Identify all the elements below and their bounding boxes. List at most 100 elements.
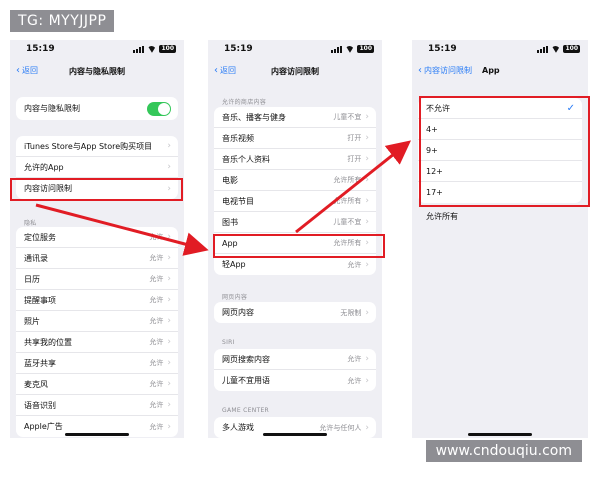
privacy-item[interactable]: 麦克风 允许 › — [16, 374, 178, 395]
store-content-item[interactable]: 电视节目 允许所有 › — [214, 191, 376, 212]
rating-option[interactable]: 4+ — [418, 119, 582, 140]
settings-item[interactable]: iTunes Store与App Store购买项目 › — [16, 136, 178, 157]
section-header-web: 网页内容 — [222, 294, 248, 301]
chevron-right-icon: › — [167, 274, 171, 284]
section-header-privacy: 隐私 — [24, 220, 37, 227]
battery-icon: 100 — [159, 45, 176, 53]
privacy-item[interactable]: 语音识别 允许 › — [16, 395, 178, 416]
privacy-item[interactable]: 照片 允许 › — [16, 311, 178, 332]
phone-screen-content-restrictions: 15:19 100 ‹ 返回 内容访问限制 允许的商店内容 音乐、播客与健身 儿童不… — [208, 40, 382, 438]
allow-all-option[interactable]: 允许所有 — [418, 206, 582, 227]
privacy-item[interactable]: 提醒事项 允许 › — [16, 290, 178, 311]
chevron-right-icon: › — [167, 295, 171, 305]
status-time: 15:19 — [224, 44, 253, 54]
toggle-row: 内容与隐私限制 — [16, 97, 178, 120]
page-title: App — [482, 66, 500, 75]
row-label: 网页内容 — [222, 308, 254, 317]
store-content-item[interactable]: 音乐个人资料 打开 › — [214, 149, 376, 170]
chevron-right-icon: › — [167, 253, 171, 263]
rating-option[interactable]: 12+ — [418, 161, 582, 182]
store-content-item[interactable]: App 允许所有 › — [214, 233, 376, 254]
row-value: 儿童不宜 — [333, 218, 362, 226]
store-content-item[interactable]: 轻App 允许 › — [214, 254, 376, 275]
chevron-right-icon: › — [365, 354, 369, 364]
row-label: 音乐视频 — [222, 133, 254, 143]
settings-item[interactable]: 内容访问限制 › — [16, 178, 178, 199]
allow-all-label: 允许所有 — [426, 212, 458, 221]
siri-card: 网页搜索内容 允许 › 儿童不宜用语 允许 › — [214, 349, 376, 391]
privacy-item[interactable]: 定位服务 允许 › — [16, 227, 178, 248]
store-content-item[interactable]: 电影 允许所有 › — [214, 170, 376, 191]
store-card: 音乐、播客与健身 儿童不宜 › 音乐视频 打开 › 音乐个人资料 打开 › 电影 允许所有 › 电视节目… — [214, 107, 376, 275]
row-label: 17+ — [426, 188, 443, 197]
chevron-right-icon: › — [167, 232, 171, 242]
privacy-item[interactable]: 通讯录 允许 › — [16, 248, 178, 269]
row-label: 音乐、播客与健身 — [222, 112, 286, 122]
row-label: 麦克风 — [24, 379, 48, 389]
chevron-right-icon: › — [365, 175, 369, 185]
row-value: 允许 — [347, 376, 362, 385]
row-label: 内容访问限制 — [24, 184, 72, 193]
page-title: 内容访问限制 — [271, 67, 319, 76]
chevron-right-icon: › — [167, 400, 171, 410]
rating-option[interactable]: 不允许 ✓ — [418, 98, 582, 119]
row-label: 9+ — [426, 145, 438, 155]
status-bar: 15:19 100 — [208, 43, 382, 55]
chevron-right-icon: › — [365, 422, 369, 433]
privacy-item[interactable]: 蓝牙共享 允许 › — [16, 353, 178, 374]
chevron-right-icon: › — [167, 316, 171, 326]
toggle-card: 内容与隐私限制 — [16, 97, 178, 120]
chevron-right-icon: › — [365, 112, 369, 122]
privacy-item[interactable]: 共享我的位置 允许 › — [16, 332, 178, 353]
chevron-right-icon: › — [365, 217, 369, 227]
chevron-left-icon: ‹ — [418, 64, 422, 76]
toggle-label: 内容与隐私限制 — [24, 104, 80, 113]
row-value: 允许与任何人 — [319, 423, 362, 432]
store-content-item[interactable]: 音乐视频 打开 › — [214, 128, 376, 149]
settings-item[interactable]: 允许的App › — [16, 157, 178, 178]
battery-icon: 100 — [563, 45, 580, 53]
chevron-right-icon: › — [365, 133, 369, 143]
section-header-gamecenter: GAME CENTER — [222, 407, 270, 414]
rating-option[interactable]: 17+ — [418, 182, 582, 203]
row-label: 12+ — [426, 166, 443, 176]
back-button[interactable]: ‹ 内容访问限制 — [418, 65, 472, 76]
phone-screen-privacy: 15:19 100 ‹ 返回 内容与隐私限制 内容与隐私限制 iTunes Sto… — [10, 40, 184, 438]
row-value: 允许 — [347, 260, 362, 269]
row-label: iTunes Store与App Store购买项目 — [24, 141, 153, 151]
section-header-store: 允许的商店内容 — [222, 99, 267, 106]
rating-option[interactable]: 9+ — [418, 140, 582, 161]
status-bar: 15:19 100 — [10, 43, 184, 55]
row-label: 电视节目 — [222, 196, 254, 206]
chevron-right-icon: › — [365, 375, 369, 386]
wifi-icon — [345, 46, 354, 53]
row-label: 共享我的位置 — [24, 337, 72, 347]
siri-item[interactable]: 儿童不宜用语 允许 › — [214, 370, 376, 391]
back-label: 内容访问限制 — [424, 66, 472, 75]
row-value: 允许 — [149, 296, 164, 304]
siri-item[interactable]: 网页搜索内容 允许 › — [214, 349, 376, 370]
store-content-item[interactable]: 音乐、播客与健身 儿童不宜 › — [214, 107, 376, 128]
row-label: 语音识别 — [24, 400, 56, 410]
nav-bar: ‹ 返回 内容访问限制 — [208, 62, 382, 80]
privacy-card: 定位服务 允许 › 通讯录 允许 › 日历 允许 › 提醒事项 允许 › 照片 允许 › 共享我的位置 允许 › 蓝… — [16, 227, 178, 437]
home-indicator — [468, 433, 532, 436]
store-content-item[interactable]: 图书 儿童不宜 › — [214, 212, 376, 233]
chevron-right-icon: › — [365, 307, 369, 318]
row-label: 儿童不宜用语 — [222, 376, 270, 385]
web-content-item[interactable]: 网页内容 无限制 › — [214, 302, 376, 323]
chevron-right-icon: › — [167, 162, 171, 172]
page-title: 内容与隐私限制 — [69, 67, 125, 76]
chevron-right-icon: › — [167, 183, 171, 194]
row-value: 允许 — [149, 359, 164, 367]
row-label: 多人游戏 — [222, 423, 254, 432]
wifi-icon — [147, 46, 156, 53]
privacy-item[interactable]: 日历 允许 › — [16, 269, 178, 290]
section-header-siri: SIRI — [222, 339, 235, 346]
status-time: 15:19 — [428, 44, 457, 54]
status-time: 15:19 — [26, 44, 55, 54]
row-value: 允许 — [149, 401, 164, 409]
row-value: 允许 — [149, 338, 164, 346]
content-privacy-toggle[interactable] — [147, 101, 171, 116]
row-value: 允许所有 — [333, 197, 362, 205]
